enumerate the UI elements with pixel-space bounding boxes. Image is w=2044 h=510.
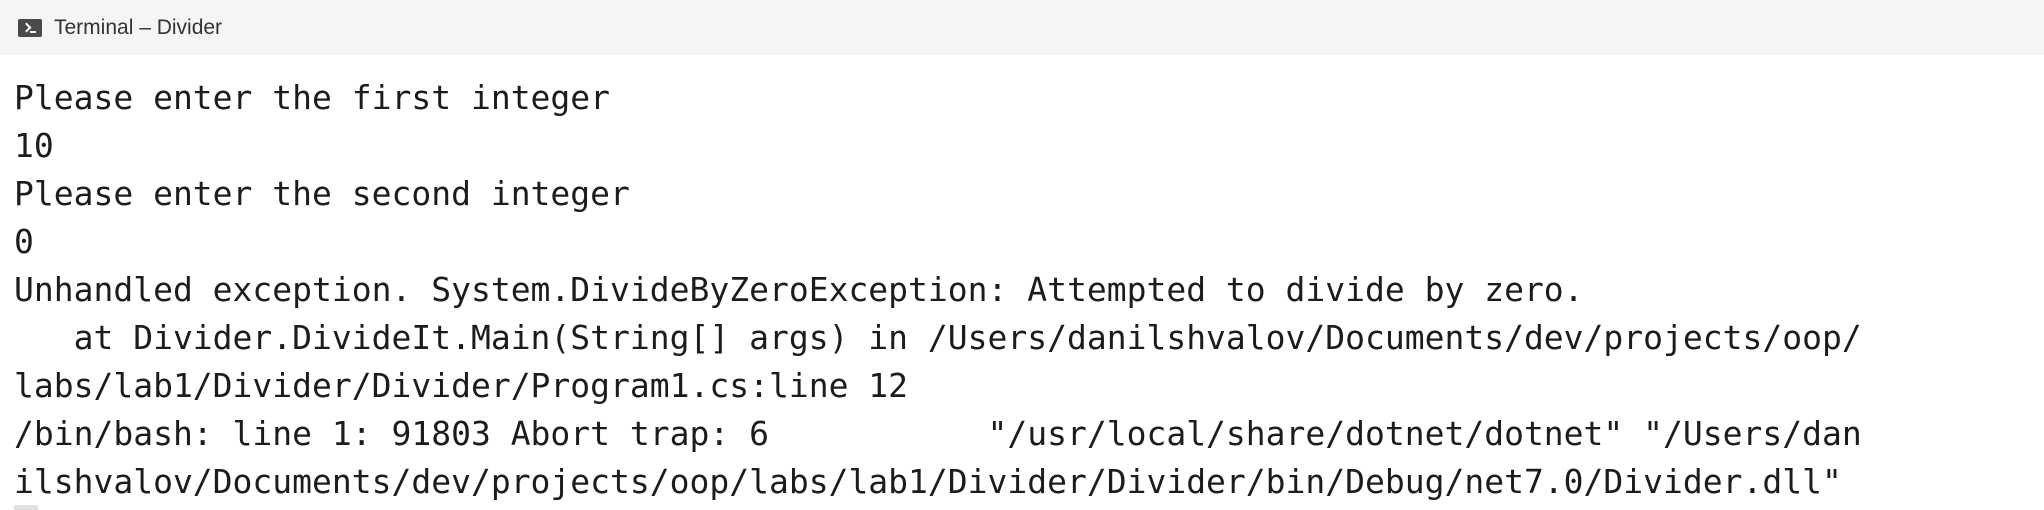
title-bar: Terminal – Divider bbox=[0, 0, 2044, 55]
output-line-8: /bin/bash: line 1: 91803 Abort trap: 6 "… bbox=[14, 414, 1862, 453]
terminal-cursor bbox=[14, 505, 38, 510]
output-line-9: ilshvalov/Documents/dev/projects/oop/lab… bbox=[14, 462, 1842, 501]
window-title: Terminal – Divider bbox=[54, 15, 223, 39]
terminal-output[interactable]: Please enter the first integer 10 Please… bbox=[14, 74, 2034, 506]
output-line-1: Please enter the first integer bbox=[14, 78, 611, 117]
terminal-icon bbox=[18, 18, 42, 37]
output-line-4: 0 bbox=[14, 222, 34, 261]
output-line-7: labs/lab1/Divider/Divider/Program1.cs:li… bbox=[14, 366, 909, 405]
output-line-6: at Divider.DivideIt.Main(String[] args) … bbox=[14, 318, 1862, 357]
output-line-2: 10 bbox=[14, 126, 54, 165]
output-line-3: Please enter the second integer bbox=[14, 174, 630, 213]
terminal-window: Terminal – Divider Please enter the firs… bbox=[0, 0, 2044, 510]
output-line-5: Unhandled exception. System.DivideByZero… bbox=[14, 270, 1584, 309]
